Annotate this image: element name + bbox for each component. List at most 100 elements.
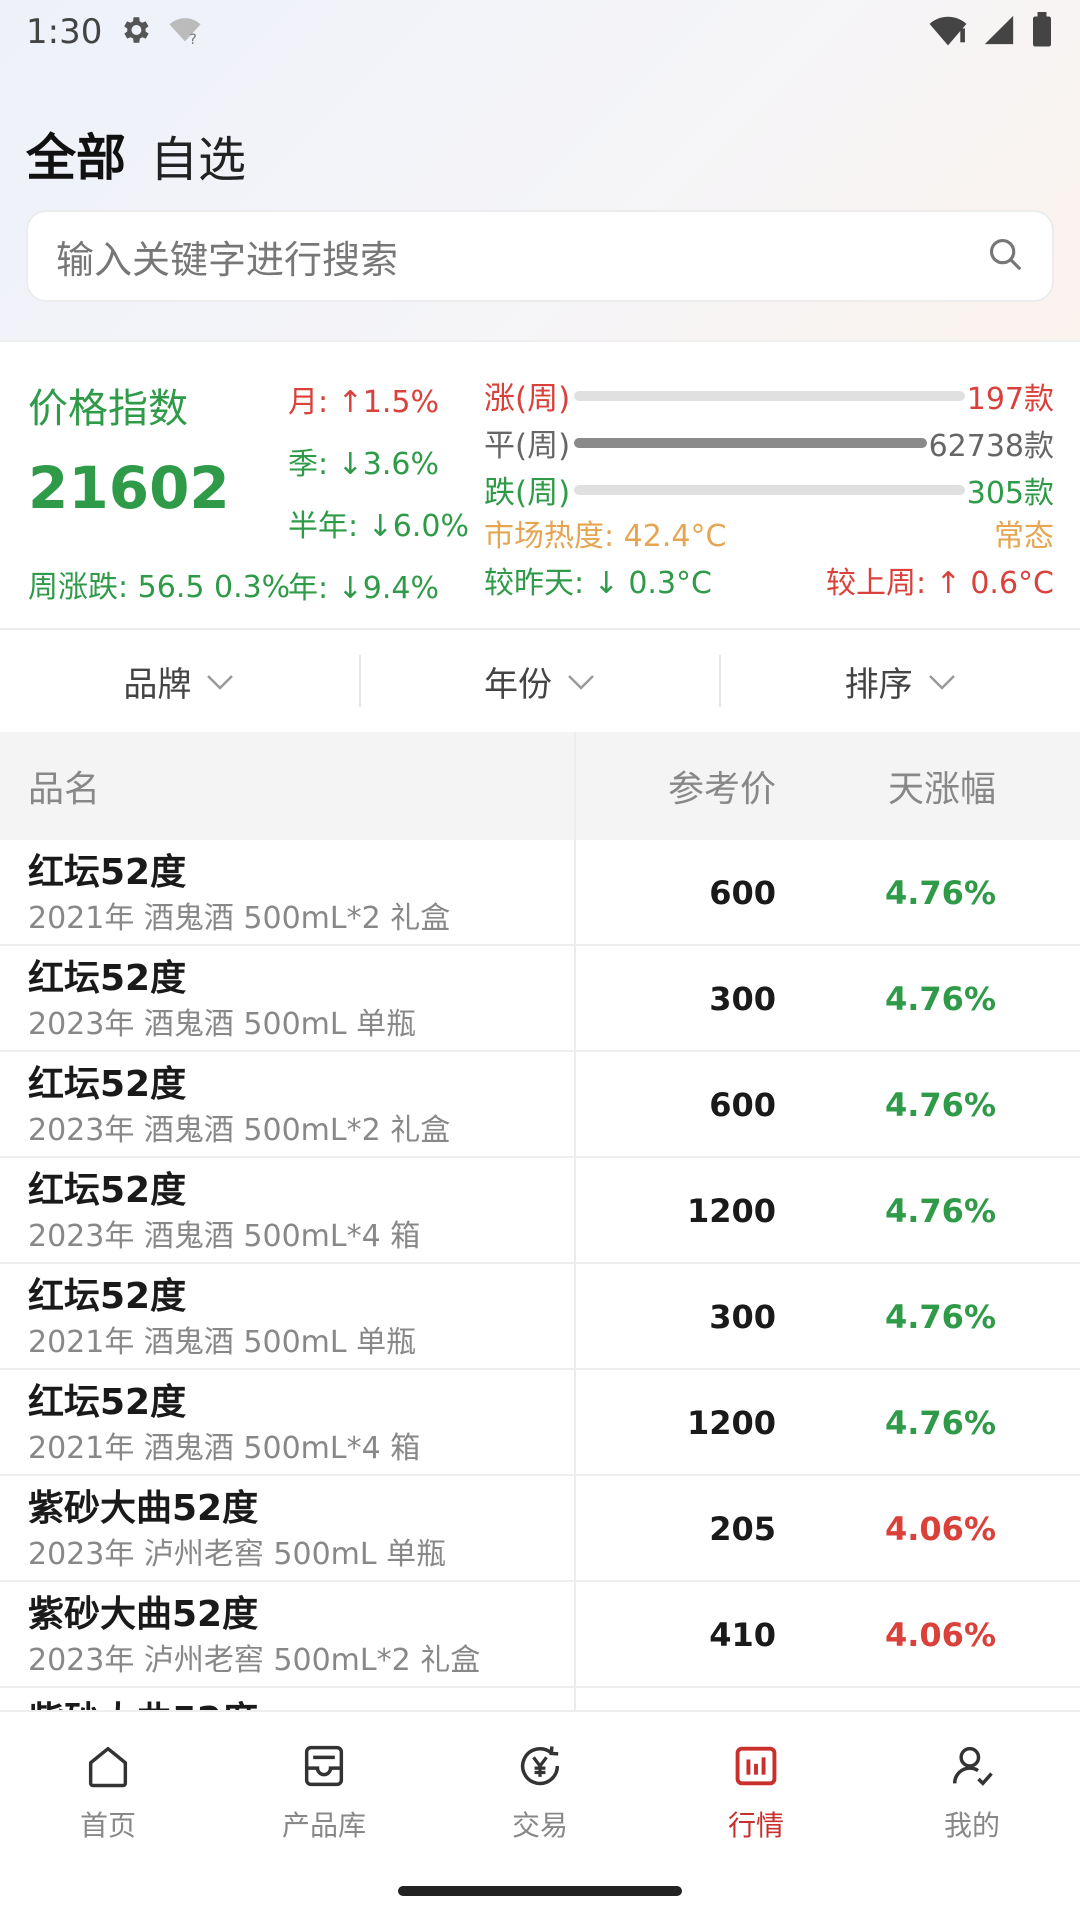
product-cell: 紫砂大曲52度 2023年 泸州老窖 500mL*2 礼盒: [0, 1582, 576, 1686]
period-year: 年: ↓9.4%: [288, 571, 439, 606]
nav-item-market[interactable]: 行情: [648, 1712, 864, 1862]
bar-count-flat: 62738款: [928, 428, 1054, 464]
product-price: 205: [709, 1510, 776, 1548]
trade-yuan-icon: [514, 1740, 566, 1796]
market-chart-icon: [730, 1740, 782, 1796]
product-change: 4.76%: [884, 1192, 996, 1230]
search-placeholder: 输入关键字进行搜索: [56, 237, 399, 282]
product-name: 紫砂大曲52度: [28, 1488, 259, 1529]
price-index-panel: 价格指数 21602 周涨跌: 56.5 0.3% 月: ↑1.5% 季: ↓3…: [0, 340, 1080, 628]
bar-label-rise: 涨(周): [484, 381, 571, 417]
market-heat-label: 市场热度: 42.4°C: [484, 519, 727, 554]
nav-label-market: 行情: [727, 1809, 784, 1842]
product-cell: 红坛52度 2021年 酒鬼酒 500mL*4 箱: [0, 1370, 576, 1474]
bar-row-flat: 平(周) 62738款: [484, 419, 1054, 466]
product-desc: 2023年 泸州老窖 500mL 单瓶: [28, 1537, 447, 1572]
price-index-title: 价格指数: [28, 386, 188, 432]
table-row[interactable]: 紫砂大曲52度: [0, 1688, 1080, 1710]
heat-comparison: 较昨天: ↓ 0.3°C 较上周: ↑ 0.6°C: [484, 560, 1054, 607]
home-indicator[interactable]: [398, 1886, 682, 1896]
table-row[interactable]: 红坛52度 2021年 酒鬼酒 500mL 单瓶 300 4.76%: [0, 1264, 1080, 1370]
product-change: 4.76%: [884, 980, 996, 1018]
product-price: 600: [709, 1086, 776, 1124]
bar-track-rise: [574, 390, 965, 401]
table-row[interactable]: 红坛52度 2023年 酒鬼酒 500mL 单瓶 300 4.76%: [0, 946, 1080, 1052]
bar-track-flat: [574, 437, 927, 448]
product-desc: 2023年 酒鬼酒 500mL 单瓶: [28, 1007, 417, 1042]
product-table: 红坛52度 2021年 酒鬼酒 500mL*2 礼盒 600 4.76% 红坛5…: [0, 840, 1080, 1710]
product-change: 4.76%: [884, 1298, 996, 1336]
product-name: 紫砂大曲52度: [28, 1696, 574, 1710]
column-header-change[interactable]: 天涨幅: [776, 760, 996, 812]
period-half-year: 半年: ↓6.0%: [288, 509, 469, 544]
status-bar: 1:30 ?: [0, 0, 1080, 64]
product-price: 300: [709, 1298, 776, 1336]
wifi-icon: [928, 13, 968, 51]
compare-yesterday: 较昨天: ↓ 0.3°C: [484, 566, 712, 601]
bar-row-rise: 涨(周) 197款: [484, 372, 1054, 419]
table-row[interactable]: 红坛52度 2021年 酒鬼酒 500mL*2 礼盒 600 4.76%: [0, 840, 1080, 946]
nav-label-trade: 交易: [511, 1809, 568, 1842]
period-month: 月: ↑1.5%: [288, 385, 439, 420]
price-index-value: 21602: [28, 454, 230, 522]
product-price: 1200: [686, 1192, 776, 1230]
product-change: 4.06%: [884, 1616, 996, 1654]
product-change: 4.76%: [884, 1404, 996, 1442]
period-changes: 月: ↑1.5% 季: ↓3.6% 半年: ↓6.0% 年: ↓9.4%: [288, 372, 469, 620]
settings-gear-icon: [118, 13, 152, 51]
weekly-change: 周涨跌: 56.5 0.3%: [28, 570, 291, 605]
search-input[interactable]: 输入关键字进行搜索: [26, 210, 1054, 302]
wifi-unknown-icon: ?: [168, 13, 202, 51]
market-heat: 市场热度: 42.4°C 常态: [484, 513, 1054, 560]
nav-item-products[interactable]: 产品库: [216, 1712, 432, 1862]
chevron-down-icon: [205, 661, 235, 701]
chevron-down-icon: [927, 661, 957, 701]
product-cell: 红坛52度 2021年 酒鬼酒 500mL*2 礼盒: [0, 840, 576, 944]
product-price: [576, 1688, 776, 1710]
svg-text:?: ?: [190, 32, 198, 47]
signal-icon: [982, 13, 1016, 51]
filter-brand-label: 品牌: [123, 664, 192, 705]
tab-all[interactable]: 全部: [26, 118, 126, 190]
status-time: 1:30: [26, 12, 103, 52]
bar-label-flat: 平(周): [484, 428, 571, 464]
market-heat-state: 常态: [994, 519, 1054, 554]
product-name: 红坛52度: [28, 1382, 187, 1423]
product-name: 红坛52度: [28, 1064, 187, 1105]
bar-track-fall: [574, 484, 965, 495]
product-price: 410: [709, 1616, 776, 1654]
nav-item-home[interactable]: 首页: [0, 1712, 216, 1862]
table-row[interactable]: 红坛52度 2023年 酒鬼酒 500mL*4 箱 1200 4.76%: [0, 1158, 1080, 1264]
compare-last-week: 较上周: ↑ 0.6°C: [826, 566, 1054, 601]
profile-icon: [946, 1740, 998, 1796]
column-header-name: 品名: [0, 732, 576, 840]
filter-year[interactable]: 年份: [358, 655, 720, 707]
filter-year-label: 年份: [484, 664, 552, 705]
table-row[interactable]: 红坛52度 2021年 酒鬼酒 500mL*4 箱 1200 4.76%: [0, 1370, 1080, 1476]
product-desc: 2023年 泸州老窖 500mL*2 礼盒: [28, 1643, 481, 1678]
product-name: 红坛52度: [28, 1276, 187, 1317]
product-desc: 2023年 酒鬼酒 500mL*4 箱: [28, 1219, 421, 1254]
table-row[interactable]: 紫砂大曲52度 2023年 泸州老窖 500mL*2 礼盒 410 4.06%: [0, 1582, 1080, 1688]
tab-watchlist[interactable]: 自选: [150, 120, 246, 190]
nav-item-trade[interactable]: 交易: [432, 1712, 648, 1862]
table-row[interactable]: 红坛52度 2023年 酒鬼酒 500mL*2 礼盒 600 4.76%: [0, 1052, 1080, 1158]
weekly-distribution: 涨(周) 197款 平(周) 62738款 跌(周) 305款 市场热度: 42…: [484, 372, 1054, 607]
bar-label-fall: 跌(周): [484, 475, 571, 511]
column-header-price[interactable]: 参考价: [576, 760, 776, 812]
filter-brand[interactable]: 品牌: [0, 655, 359, 707]
bottom-nav: 首页 产品库 交易 行情 我的: [0, 1710, 1080, 1920]
view-tabs: 全部 自选: [26, 118, 246, 190]
nav-item-profile[interactable]: 我的: [864, 1712, 1080, 1862]
product-change: 4.06%: [884, 1510, 996, 1548]
product-cell: 红坛52度 2021年 酒鬼酒 500mL 单瓶: [0, 1264, 576, 1368]
bar-count-rise: 197款: [966, 381, 1054, 417]
filter-sort-label: 排序: [844, 664, 913, 705]
filter-sort[interactable]: 排序: [719, 655, 1080, 707]
table-row[interactable]: 紫砂大曲52度 2023年 泸州老窖 500mL 单瓶 205 4.06%: [0, 1476, 1080, 1582]
bar-row-fall: 跌(周) 305款: [484, 466, 1054, 513]
product-desc: 2023年 酒鬼酒 500mL*2 礼盒: [28, 1113, 451, 1148]
search-icon[interactable]: [986, 235, 1024, 277]
home-icon: [82, 1740, 134, 1796]
product-desc: 2021年 酒鬼酒 500mL 单瓶: [28, 1325, 417, 1360]
